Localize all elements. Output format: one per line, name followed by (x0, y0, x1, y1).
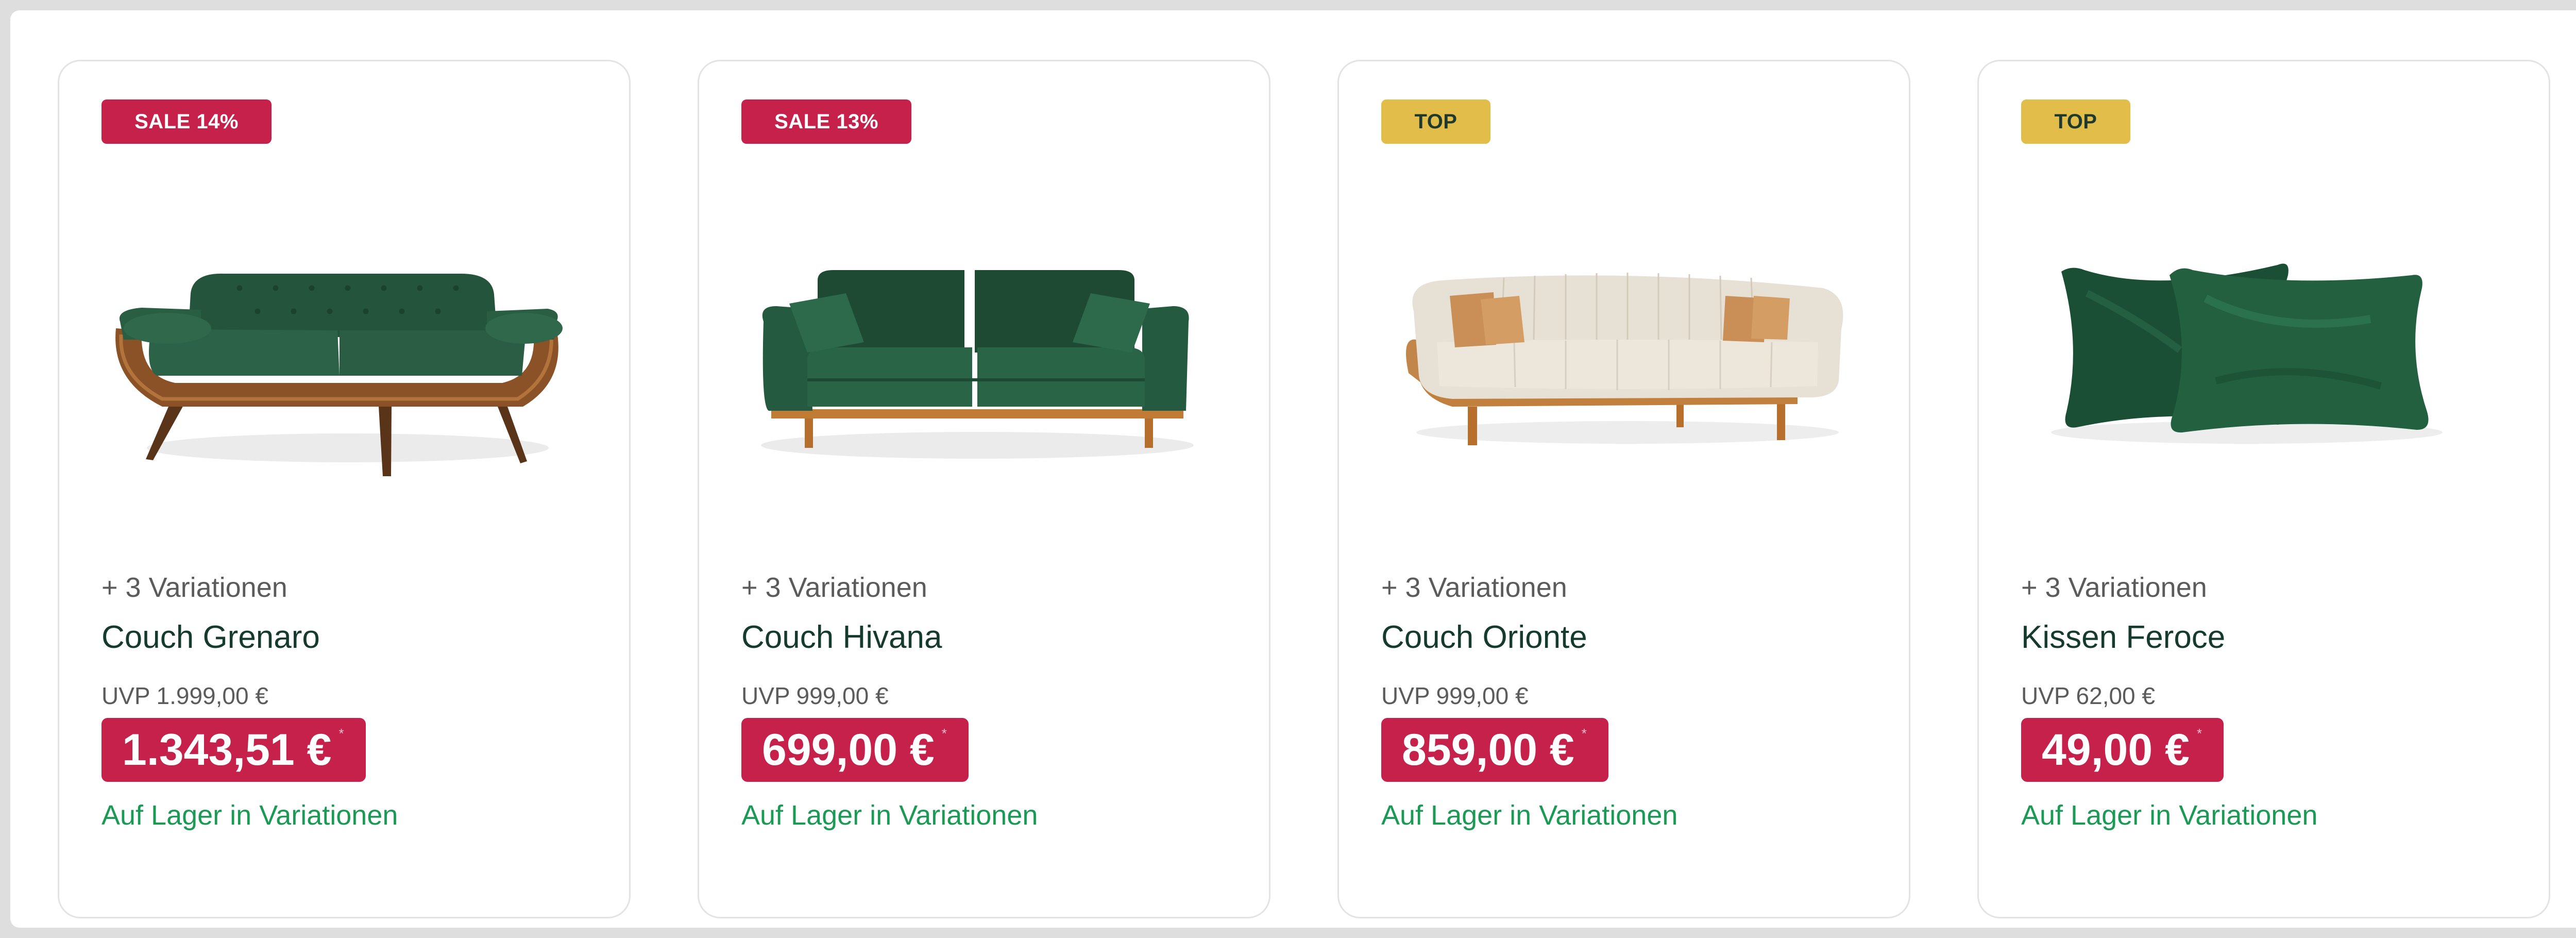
price-footnote-mark: * (338, 726, 344, 741)
price-footnote-mark: * (941, 726, 947, 741)
uvp-price: UVP 62,00 € (2021, 682, 2156, 709)
stock-status: Auf Lager in Variationen (1381, 800, 1678, 831)
variations-label[interactable]: + 3 Variationen (101, 572, 287, 604)
sale-price: 859,00 € * (1381, 718, 1608, 782)
product-card-couch-grenaro[interactable]: SALE 14% + 3 Variationen Couch Grenaro U… (58, 60, 631, 918)
price-value: 49,00 € (2042, 725, 2190, 775)
price-footnote-mark: * (1581, 726, 1587, 741)
price-footnote-mark: * (2196, 726, 2202, 741)
top-badge: TOP (1381, 99, 1490, 144)
cream-sofa-image (1406, 273, 1843, 445)
variations-label[interactable]: + 3 Variationen (1381, 572, 1567, 604)
product-grid: SALE 14% + 3 Variationen Couch Grenaro U… (10, 10, 2576, 928)
product-image[interactable] (2010, 164, 2520, 546)
sale-price: 1.343,51 € * (101, 718, 366, 782)
product-card-kissen-feroce[interactable]: TOP + 3 Variationen Kissen Feroce UVP 62… (1977, 60, 2550, 918)
green-velvet-sofa-image (115, 273, 563, 476)
variations-label[interactable]: + 3 Variationen (741, 572, 927, 604)
product-name[interactable]: Couch Grenaro (101, 619, 320, 656)
product-image[interactable] (730, 164, 1240, 546)
stock-status: Auf Lager in Variationen (2021, 800, 2318, 831)
product-card-couch-hivana[interactable]: SALE 13% + 3 Variationen Couch Hivana UV… (698, 60, 1270, 918)
top-badge: TOP (2021, 99, 2130, 144)
uvp-price: UVP 999,00 € (1381, 682, 1529, 709)
stock-status: Auf Lager in Variationen (741, 800, 1038, 831)
green-pillows-image (2051, 263, 2443, 444)
price-value: 699,00 € (762, 725, 935, 775)
sale-badge: SALE 14% (101, 99, 272, 144)
stock-status: Auf Lager in Variationen (101, 800, 398, 831)
product-name[interactable]: Couch Orionte (1381, 619, 1587, 656)
sale-price: 49,00 € * (2021, 718, 2224, 782)
sale-price: 699,00 € * (741, 718, 969, 782)
product-name[interactable]: Kissen Feroce (2021, 619, 2225, 656)
price-value: 859,00 € (1402, 725, 1574, 775)
product-card-couch-orionte[interactable]: TOP + 3 Variationen Couch Orionte UVP 99… (1337, 60, 1910, 918)
product-image[interactable] (1370, 164, 1880, 546)
price-value: 1.343,51 € (122, 725, 332, 775)
green-velvet-sofa-image (761, 270, 1194, 459)
uvp-price: UVP 1.999,00 € (101, 682, 268, 709)
variations-label[interactable]: + 3 Variationen (2021, 572, 2207, 604)
sale-badge: SALE 13% (741, 99, 911, 144)
product-name[interactable]: Couch Hivana (741, 619, 942, 656)
product-image[interactable] (90, 164, 600, 546)
uvp-price: UVP 999,00 € (741, 682, 889, 709)
